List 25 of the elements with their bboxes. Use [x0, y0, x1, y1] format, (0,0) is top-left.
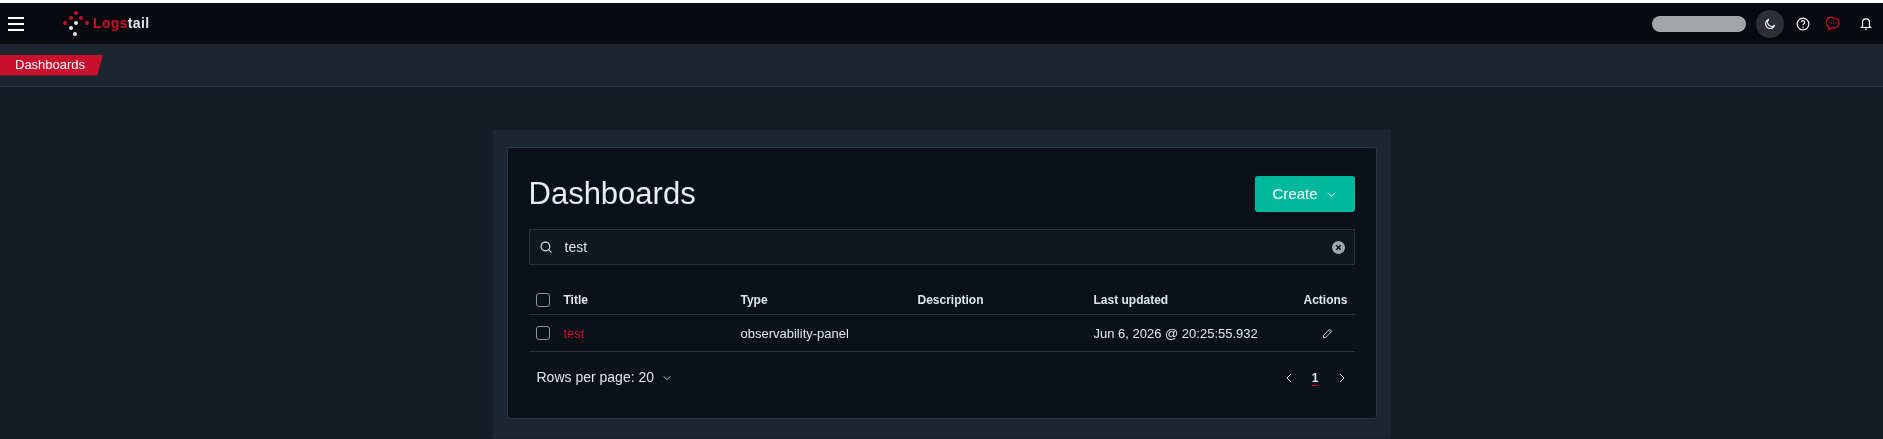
clear-icon[interactable]: [1331, 240, 1345, 254]
rows-per-page-dropdown[interactable]: Rows per page: 20: [536, 367, 673, 388]
chat-icon[interactable]: [1826, 16, 1841, 31]
help-icon[interactable]: [1796, 16, 1810, 31]
menu-icon[interactable]: [8, 16, 24, 31]
column-header: Last updated: [1093, 291, 1170, 309]
table-cell: Jun 6, 2026 @ 20:25:55.932: [1093, 326, 1258, 341]
checkbox[interactable]: [535, 326, 550, 340]
logo-text: Logstail: [93, 14, 150, 33]
table-cell: observability-panel: [740, 326, 849, 341]
column-header: Actions: [1302, 291, 1348, 309]
dark-mode-icon[interactable]: [1756, 9, 1784, 38]
page-title: Dashboards: [528, 175, 696, 213]
column-header: Description: [917, 291, 985, 309]
page-button[interactable]: 1: [1307, 368, 1323, 387]
breadcrumb[interactable]: Dashboards: [0, 54, 104, 76]
notification-bell-icon[interactable]: [1859, 16, 1873, 31]
column-header: Type: [740, 291, 769, 309]
logo-icon: [62, 9, 90, 38]
search-icon: [538, 240, 553, 254]
column-header: Title: [563, 291, 589, 309]
search-input[interactable]: test: [564, 236, 1332, 258]
checkbox[interactable]: [535, 292, 550, 307]
search-field[interactable]: test: [528, 229, 1355, 265]
edit-pencil-icon[interactable]: [1320, 326, 1334, 340]
